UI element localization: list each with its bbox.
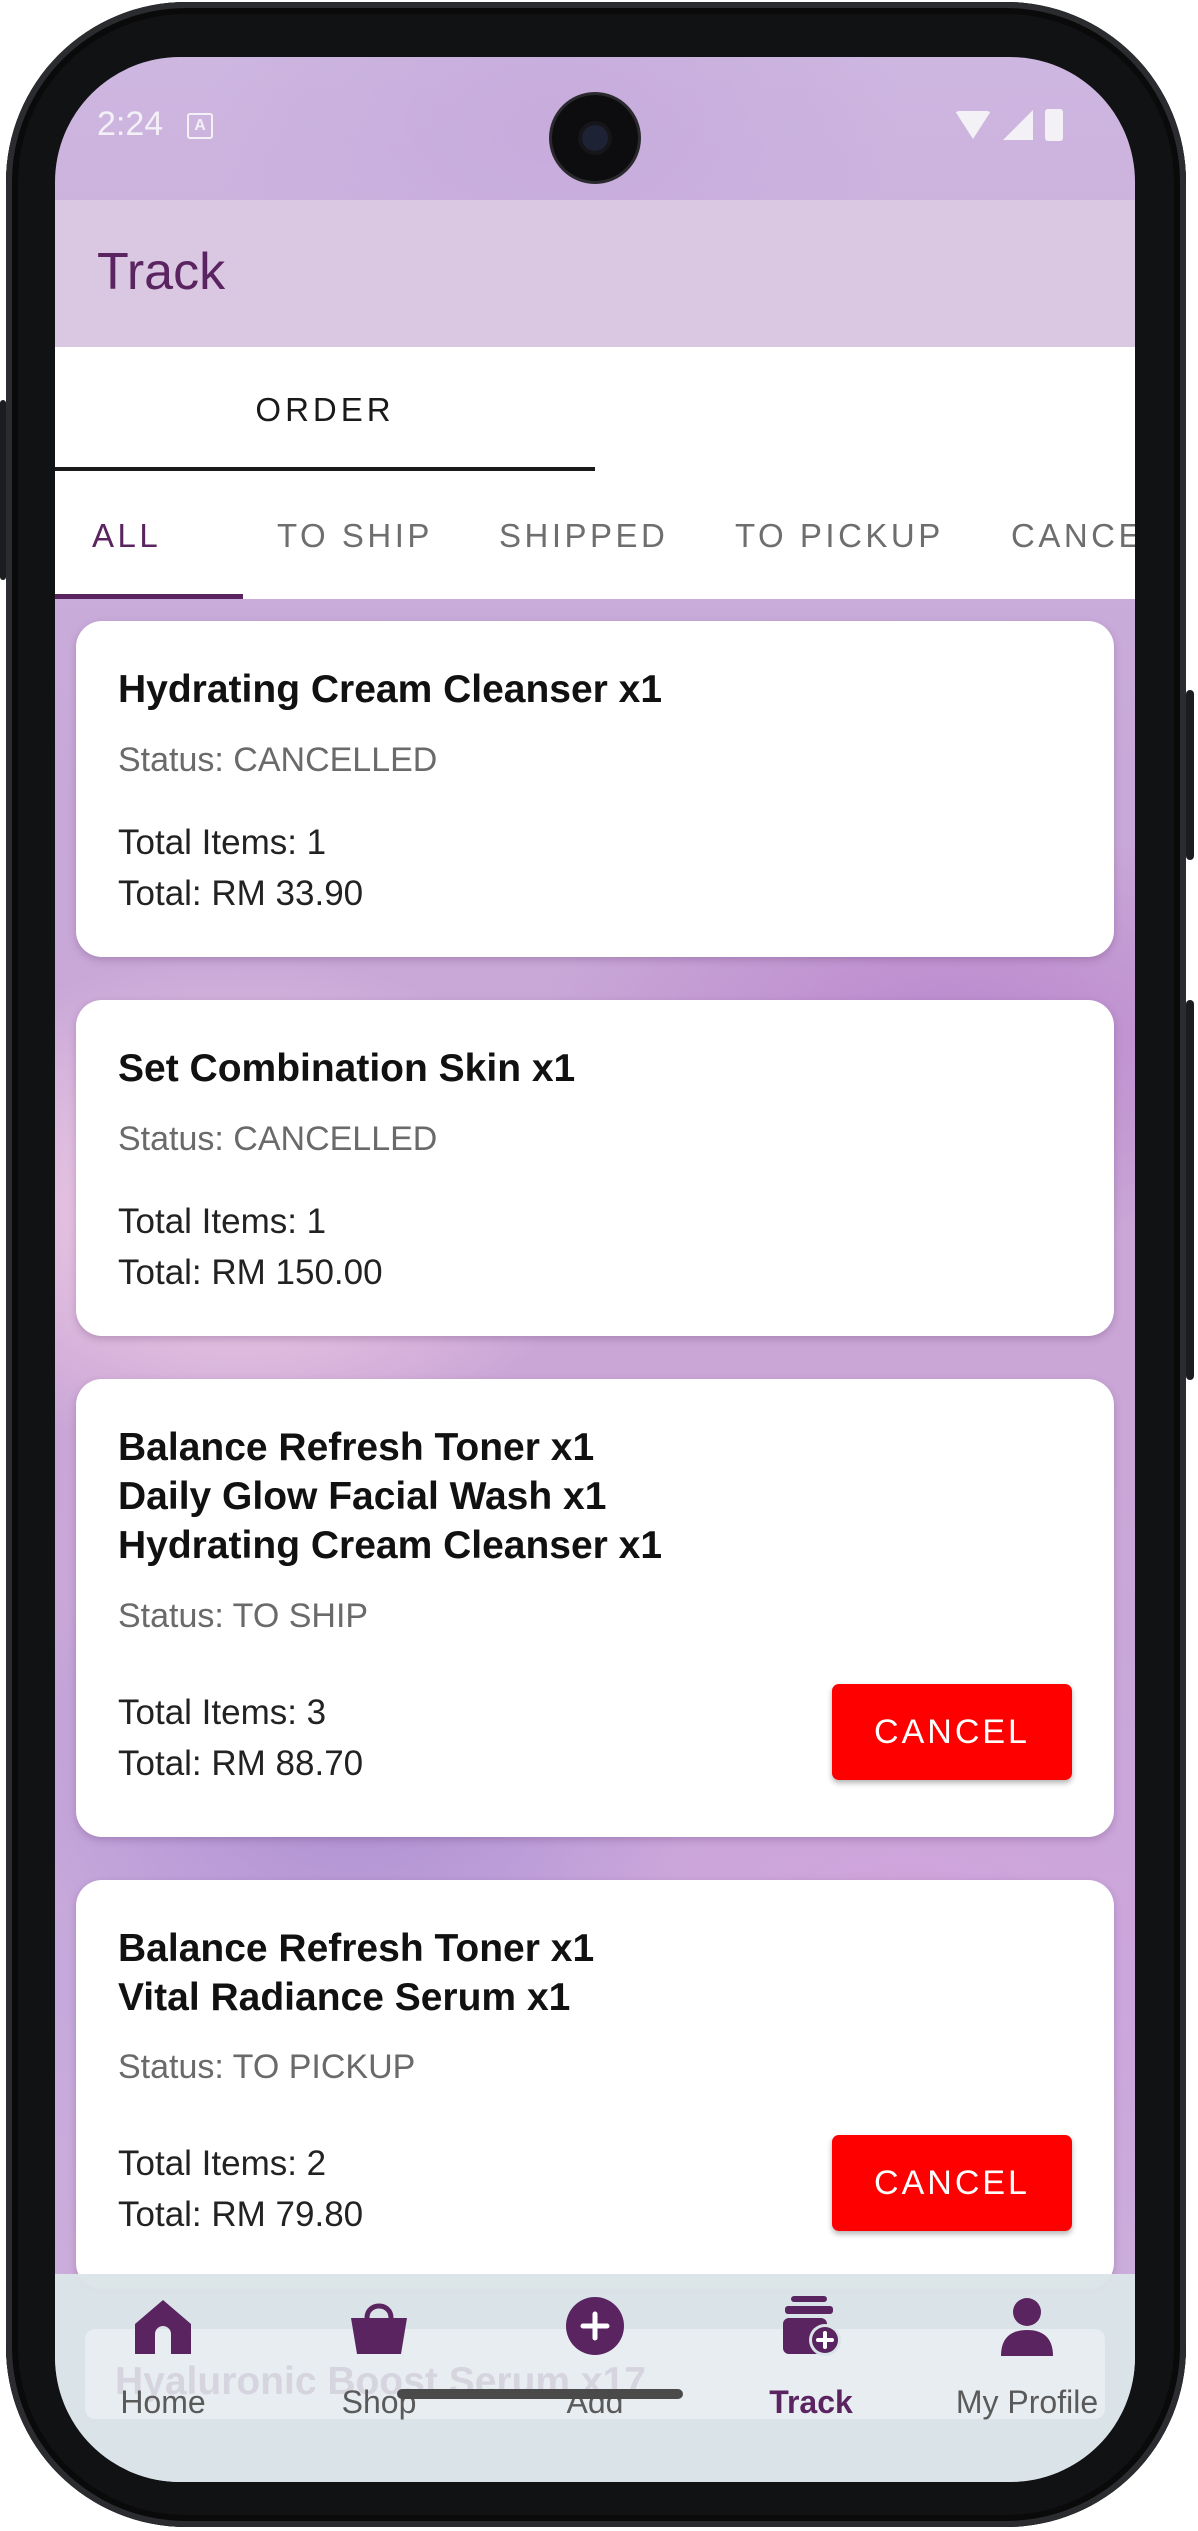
nav-home-label: Home	[120, 2384, 206, 2420]
order-items: Set Combination Skin x1	[118, 1044, 575, 1093]
order-items: Hydrating Cream Cleanser x1	[118, 665, 662, 714]
tab-order[interactable]: ORDER	[55, 347, 595, 473]
cancel-order-button[interactable]: CANCEL	[832, 1684, 1072, 1780]
order-items: Balance Refresh Toner x1 Daily Glow Faci…	[118, 1423, 662, 1570]
front-camera	[552, 95, 638, 181]
page-title: Track	[97, 243, 226, 301]
order-card[interactable]: Hydrating Cream Cleanser x1 Status: CANC…	[76, 621, 1114, 957]
status-time: 2:24	[97, 105, 164, 143]
nav-profile[interactable]: My Profile	[919, 2294, 1135, 2424]
order-item-line: Vital Radiance Serum x1	[118, 1976, 571, 2019]
order-card[interactable]: Balance Refresh Toner x1 Vital Radiance …	[76, 1880, 1114, 2289]
tab-all[interactable]: ALL	[92, 473, 161, 599]
order-item-line: Balance Refresh Toner x1	[118, 1927, 595, 1970]
order-card[interactable]: Balance Refresh Toner x1 Daily Glow Faci…	[76, 1379, 1114, 1837]
order-status: Status: TO PICKUP	[118, 2048, 416, 2086]
order-total-items: Total Items: 1	[118, 823, 327, 862]
status-bar: 2:24 A	[55, 57, 1135, 200]
system-icons	[955, 109, 1063, 141]
power-button	[1186, 690, 1194, 860]
add-circle-icon	[566, 2297, 624, 2355]
order-items: Balance Refresh Toner x1 Vital Radiance …	[118, 1924, 594, 2022]
screen: 2:24 A Track ORDER ALL TO SHIP SHIPPED T…	[55, 57, 1135, 2482]
gesture-home-indicator[interactable]	[397, 2389, 683, 2399]
shopping-bag-icon	[351, 2303, 407, 2354]
order-total-price: Total: RM 79.80	[118, 2195, 364, 2234]
order-total-price: Total: RM 88.70	[118, 1744, 364, 1783]
signal-icon	[1003, 110, 1033, 140]
nav-track[interactable]: Track	[703, 2294, 919, 2424]
tab-to-pickup[interactable]: TO PICKUP	[735, 473, 944, 599]
order-item-line: Daily Glow Facial Wash x1	[118, 1475, 607, 1518]
order-total-items: Total Items: 1	[118, 1202, 327, 1241]
nav-track-label: Track	[769, 2384, 853, 2420]
order-status: Status: TO SHIP	[118, 1597, 369, 1635]
wifi-icon	[955, 111, 991, 139]
order-item-line: Balance Refresh Toner x1	[118, 1426, 595, 1469]
tab-order-indicator	[55, 467, 595, 471]
notification-a-icon: A	[187, 113, 213, 139]
order-total-items: Total Items: 3	[118, 1693, 327, 1732]
tab-to-ship[interactable]: TO SHIP	[277, 473, 433, 599]
volume-button	[1186, 1000, 1194, 1380]
app-bar: Track	[55, 200, 1135, 347]
tab-cancelled[interactable]: CANCE	[1011, 473, 1135, 599]
order-item-line: Hydrating Cream Cleanser x1	[118, 1524, 663, 1567]
order-card[interactable]: Set Combination Skin x1 Status: CANCELLE…	[76, 1000, 1114, 1336]
order-item-line: Set Combination Skin x1	[118, 1047, 576, 1090]
order-total-price: Total: RM 150.00	[118, 1253, 383, 1292]
cancel-order-button[interactable]: CANCEL	[832, 2135, 1072, 2231]
order-status: Status: CANCELLED	[118, 741, 438, 779]
bottom-navigation: Hyaluronic Boost Serum x17 Home Shop Add…	[55, 2274, 1135, 2482]
order-list[interactable]: Hydrating Cream Cleanser x1 Status: CANC…	[55, 599, 1135, 2339]
order-total-price: Total: RM 33.90	[118, 874, 364, 913]
left-side-button	[0, 400, 6, 580]
battery-icon	[1045, 109, 1063, 141]
nav-profile-label: My Profile	[955, 2384, 1099, 2420]
order-item-line: Hydrating Cream Cleanser x1	[118, 668, 663, 711]
person-icon	[1001, 2298, 1053, 2356]
nav-home[interactable]: Home	[55, 2294, 271, 2424]
track-order-icon	[783, 2296, 841, 2356]
tab-shipped[interactable]: SHIPPED	[499, 473, 668, 599]
phone-frame: 2:24 A Track ORDER ALL TO SHIP SHIPPED T…	[0, 0, 1198, 2531]
nav-add[interactable]: Add	[487, 2294, 703, 2424]
top-tab-bar: ORDER	[55, 347, 1135, 473]
home-icon	[135, 2300, 191, 2354]
status-tab-bar: ALL TO SHIP SHIPPED TO PICKUP CANCE	[55, 473, 1135, 599]
order-status: Status: CANCELLED	[118, 1120, 438, 1158]
order-total-items: Total Items: 2	[118, 2144, 327, 2183]
nav-shop[interactable]: Shop	[271, 2294, 487, 2424]
